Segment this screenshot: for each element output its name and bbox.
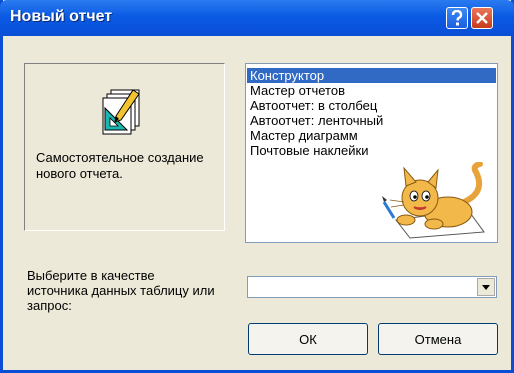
- source-label: Выберите в качестве источника данных таб…: [27, 268, 215, 313]
- wizard-icon: [102, 89, 140, 135]
- list-item-autoreport-columnar[interactable]: Автоотчет: в столбец: [247, 98, 496, 113]
- list-item-autoreport-tabular[interactable]: Автоотчет: ленточный: [247, 113, 496, 128]
- dropdown-button[interactable]: [477, 278, 495, 296]
- dropdown-arrow-icon: [482, 284, 490, 290]
- list-item-konstruktor[interactable]: Конструктор: [247, 68, 496, 83]
- preview-panel: Самостоятельное создание нового отчета.: [24, 63, 225, 231]
- help-button[interactable]: [446, 7, 468, 29]
- source-select[interactable]: [247, 276, 497, 298]
- close-icon: [476, 12, 488, 24]
- list-item-chart-wizard[interactable]: Мастер диаграмм: [247, 128, 496, 143]
- title-bar[interactable]: Новый отчет: [0, 0, 514, 36]
- report-description: Самостоятельное создание нового отчета.: [36, 150, 204, 181]
- cancel-button[interactable]: Отмена: [378, 323, 498, 355]
- help-icon: [451, 10, 463, 26]
- list-item-report-wizard[interactable]: Мастер отчетов: [247, 83, 496, 98]
- ok-button[interactable]: ОК: [248, 323, 368, 355]
- close-button[interactable]: [471, 7, 493, 29]
- list-item-labels[interactable]: Почтовые наклейки: [247, 143, 496, 158]
- window-title: Новый отчет: [10, 8, 113, 25]
- report-type-list[interactable]: Конструктор Мастер отчетов Автоотчет: в …: [245, 63, 498, 243]
- cat-mascot-icon: [382, 162, 485, 239]
